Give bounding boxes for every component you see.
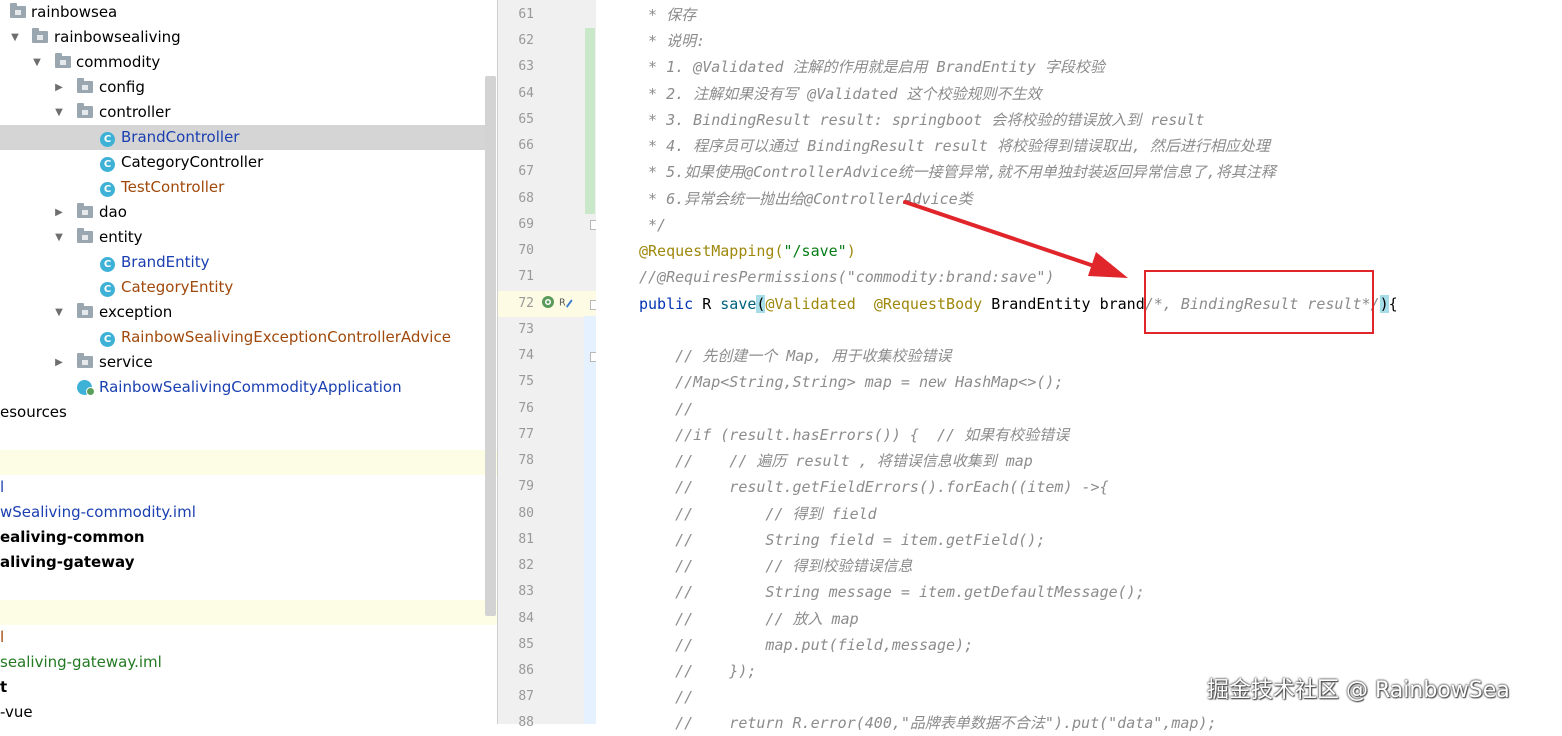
watermark: 掘金技术社区 @ RainbowSea — [1207, 678, 1510, 703]
annotation-arrow — [903, 200, 1128, 278]
annotation-box — [1144, 270, 1374, 334]
